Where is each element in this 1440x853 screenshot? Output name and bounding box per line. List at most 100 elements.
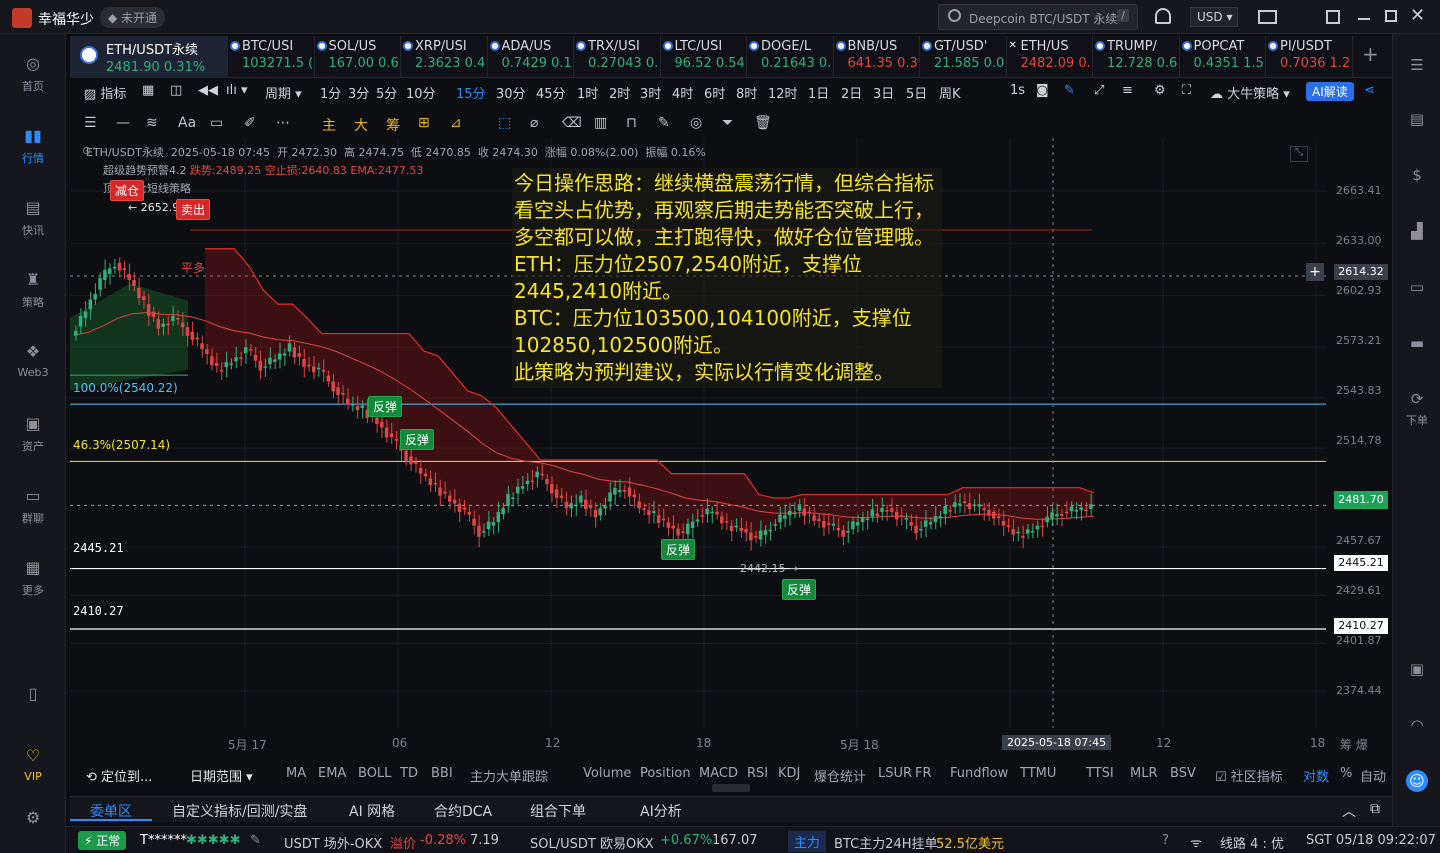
share-icon[interactable]: ⋖ [1364,83,1375,98]
indicator-item[interactable]: BOLL [358,766,391,781]
currency-select[interactable]: USD ▾ [1190,7,1238,27]
sidebar-item-2[interactable]: ▤ 快讯 [0,198,66,238]
text-tool-icon[interactable]: Aa [178,115,196,131]
rewind-icon[interactable]: ◀◀ [198,83,218,98]
symbol-tab[interactable]: DOGE/L 0.21643 0. [747,36,834,78]
symbol-tab[interactable]: ADA/US 0.7429 0.1 [488,36,574,78]
interval-option[interactable]: 3分 [348,83,369,102]
add-tab-icon[interactable]: + [1362,42,1379,66]
auto-toggle[interactable]: 自动 [1360,766,1386,785]
select-tool-icon[interactable]: ⬚ [498,115,511,131]
interval-option[interactable]: 4时 [672,83,693,102]
symbol-tab[interactable]: GT/USD' 21.585 0.0 [920,36,1007,78]
popout-icon[interactable]: ⧉ [1370,801,1380,817]
split-icon[interactable]: ◫ [170,83,182,98]
symbol-tab[interactable]: LTC/USI 96.52 0.54 [661,36,747,78]
indicator-item[interactable]: TTMU [1020,766,1056,781]
minimize-icon[interactable] [1358,18,1370,20]
panel-icon[interactable]: ▣ [1406,658,1428,680]
sidebar-item-9[interactable]: ♡ VIP [0,746,66,783]
indicator-item[interactable]: EMA [318,766,346,781]
panel-handle-icon[interactable] [712,784,750,792]
gear-icon[interactable]: ⚙ [1154,83,1166,98]
interval-option[interactable]: 15分 [456,83,486,102]
parallel-tool-icon[interactable]: ≋ [146,115,158,131]
interval-option[interactable]: 10分 [406,83,436,102]
interval-option[interactable]: 1分 [320,83,341,102]
interval-option[interactable]: 2日 [841,83,862,102]
sidebar-item-0[interactable]: ◎ 首页 [0,54,66,94]
ruler-tool-icon[interactable]: ▭ [210,115,223,131]
indicator-item[interactable]: TD [400,766,418,781]
sidebar-item-10[interactable]: ⚙ [0,808,66,832]
status-tag[interactable]: ◆ 未开通 [100,7,166,28]
pair1-name[interactable]: USDT 场外-OKX [284,833,382,852]
indicator-item[interactable]: 主力大单跟踪 [470,766,548,785]
chart-corner-icon[interactable]: ⤡ [1290,146,1308,162]
indicator-item[interactable]: MA [286,766,306,781]
lock-tool-icon[interactable]: ⊓ [626,115,637,131]
more-tools-icon[interactable]: ⋯ [276,115,290,131]
magnet-tool-icon[interactable]: ◎ [690,115,702,131]
indicator-item[interactable]: LSUR [878,766,912,781]
card-icon[interactable]: ▬ [1406,332,1428,354]
percent-toggle[interactable]: % [1340,766,1352,781]
symbol-tab[interactable]: SOL/US 167.00 0.6 [315,36,401,78]
date-range-button[interactable]: 日期范围 ▾ [190,766,253,785]
bot-avatar-icon[interactable]: ☺ [1406,770,1428,792]
period-select[interactable]: 周期 ▾ [265,83,302,102]
indicator-item[interactable]: FR [915,766,932,781]
main-text[interactable]: BTC主力24H挂单 [834,833,938,852]
pair2-name[interactable]: SOL/USDT 欧易OKX [530,833,654,852]
pattern-tool-icon[interactable]: ▥ [594,115,607,131]
sidebar-item-7[interactable]: ▦ 更多 [0,558,66,598]
interval-option[interactable]: 12时 [768,83,798,102]
indicator-item[interactable]: TTSI [1086,766,1114,781]
indicator-item[interactable]: BBI [431,766,453,781]
eraser-tool-icon[interactable]: ⌫ [562,115,582,131]
restore-icon[interactable] [1385,10,1397,22]
interval-option[interactable]: 45分 [536,83,566,102]
grid-tool-icon[interactable]: ⊞ [418,115,430,131]
line-tool-icon[interactable]: — [116,115,130,131]
brush-tool-icon[interactable]: ✐ [244,115,256,131]
big-tool[interactable]: 大 [354,115,368,135]
symbol-tab[interactable]: BNB/US 641.35 0.3 [834,36,920,78]
edit-tool-icon[interactable]: ✎ [658,115,670,131]
sidebar-item-6[interactable]: ▭ 群聊 [0,486,66,526]
interval-option[interactable]: 2时 [609,83,630,102]
camera-icon[interactable]: ◙ [1036,83,1049,98]
line-status[interactable]: 线路 4 : 优 [1220,833,1284,852]
tab-ai-analysis[interactable]: AI分析 [640,801,682,821]
symbol-tab[interactable]: ETH/USDT永续 2481.90 0.31% [70,36,228,78]
locate-button[interactable]: ⟲ 定位到... [86,766,152,785]
dollar-icon[interactable]: $ [1406,164,1428,186]
window-pin-icon[interactable] [1326,10,1340,24]
community-indicator-button[interactable]: ☑ 社区指标 [1215,766,1283,785]
interval-option[interactable]: 1时 [577,83,598,102]
tab-combo-order[interactable]: 组合下单 [530,801,586,821]
sidebar-item-1[interactable]: ▮▮ 行情 [0,126,66,166]
strategy-select[interactable]: ☁ 大牛策略 ▾ [1210,83,1290,102]
edit-icon[interactable]: ✎ [250,833,261,848]
indicator-item[interactable]: Volume [583,766,631,781]
axis-extra-icons[interactable]: 筹 爆 [1340,736,1368,753]
interval-option[interactable]: 5日 [906,83,927,102]
measure-tool-icon[interactable]: ⊿ [450,115,462,131]
chips-tool[interactable]: 筹 [386,115,400,135]
pen-icon[interactable]: ✎ [1064,83,1075,98]
indicator-button[interactable]: ▨ 指标 [84,83,126,102]
indicator-item[interactable]: KDJ [778,766,800,781]
tab-custom-indicators[interactable]: 自定义指标/回测/实盘 [172,801,307,821]
candle-type-icon[interactable]: ılı ▾ [226,83,248,98]
tab-contract-dca[interactable]: 合约DCA [434,801,492,821]
close-icon[interactable]: ✕ [1410,5,1425,26]
document-icon[interactable]: ▤ [1406,108,1428,130]
indicator-item[interactable]: MACD [699,766,738,781]
indicator-item[interactable]: Position [640,766,691,781]
interval-option[interactable]: 8时 [736,83,757,102]
filter-tool-icon[interactable]: ⏷ [722,115,733,131]
ai-button[interactable]: AI解读 [1306,82,1354,101]
interval-option[interactable]: 3时 [640,83,661,102]
tab-orders[interactable]: 委单区 [90,801,132,821]
